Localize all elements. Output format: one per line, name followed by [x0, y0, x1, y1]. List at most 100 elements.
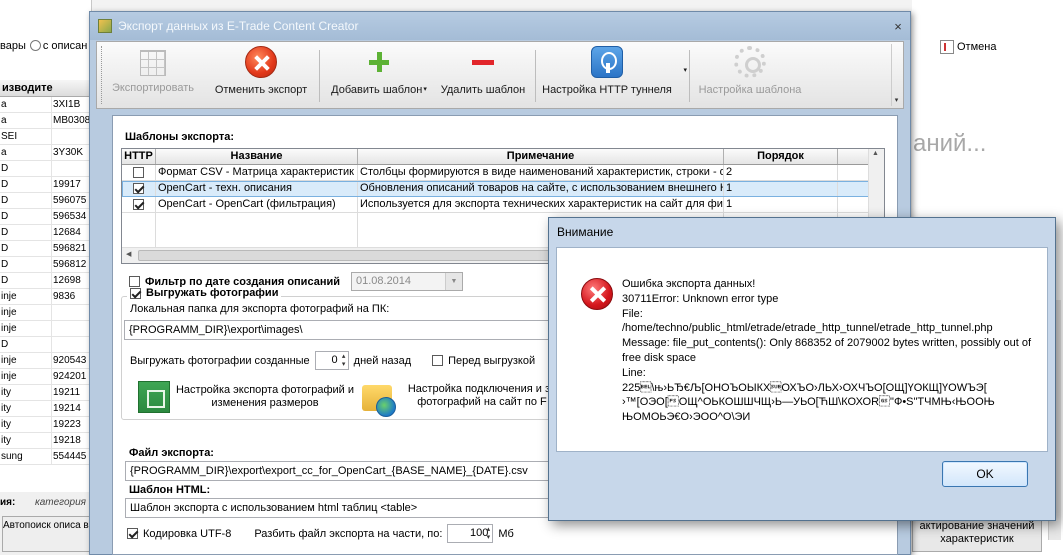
background-grid-cell: 12698 [53, 275, 81, 286]
template-note-cell: Обновления описаний товаров на сайте, с … [358, 181, 724, 196]
table-row[interactable]: Формат CSV - Матрица характеристик Столбц… [122, 165, 884, 181]
toolbar-separator [535, 50, 536, 102]
delete-template-button[interactable]: Удалить шаблон [437, 46, 529, 106]
background-autosearch-button[interactable]: Автопоиск описа выбранного т [2, 516, 90, 552]
template-name-cell: OpenCart - техн. описания [156, 181, 358, 196]
background-grid-row[interactable]: ity 19218 [0, 433, 91, 449]
cancel-export-button[interactable]: Отменить экспорт [209, 46, 313, 106]
ok-button[interactable]: OK [942, 461, 1028, 487]
error-icon [581, 278, 613, 310]
background-cancel-label: Отмена [957, 41, 997, 53]
photo-ftp-settings[interactable]: Настройка подключения и за фотографий на… [362, 381, 567, 417]
date-filter-label: Фильтр по дате создания описаний [145, 275, 340, 288]
date-filter-picker[interactable]: 01.08.2014 [350, 272, 463, 291]
background-product-panel: вары с описан изводите а 3XI1B а MB0308 SEI а 3… [0, 0, 92, 555]
background-grid-row[interactable]: inje 920543 [0, 353, 91, 369]
photo-age-row: Выгружать фотографии созданные 0 дней на… [130, 351, 535, 370]
background-grid-row[interactable]: D 19917 [0, 177, 91, 193]
background-grid-row[interactable]: D 596812 [0, 257, 91, 273]
http-checkbox[interactable] [133, 199, 144, 210]
background-grid-row[interactable]: sung 554445 [0, 449, 91, 465]
column-header-note[interactable]: Примечание [358, 149, 724, 164]
background-grid-cell: 596534 [53, 211, 87, 222]
export-file-label: Файл экспорта: [129, 447, 214, 459]
export-window-title: Экспорт данных из E-Trade Content Creato… [118, 19, 359, 33]
utf8-checkbox[interactable] [127, 528, 138, 539]
export-photos-checkbox[interactable] [130, 287, 141, 299]
background-radio[interactable] [29, 40, 41, 51]
background-grid-row[interactable]: inje [0, 321, 91, 337]
background-grid-cell: 3Y30K [53, 147, 84, 158]
photo-ftp-label: Настройка подключения и за фотографий на… [407, 383, 557, 408]
background-grid-cell: 9836 [53, 291, 76, 302]
add-template-button[interactable]: Добавить шаблон▾ [325, 46, 433, 106]
template-name-cell: Формат CSV - Матрица характеристик [156, 165, 358, 180]
background-grid-row[interactable]: ity 19223 [0, 417, 91, 433]
http-checkbox[interactable] [133, 167, 144, 178]
background-grid-row[interactable]: inje 924201 [0, 369, 91, 385]
photo-days-stepper[interactable]: 0 [314, 351, 349, 370]
template-settings-label: Настройка шаблона [698, 84, 802, 96]
background-grid-cell: inje [0, 305, 52, 320]
error-dialog-title[interactable]: Внимание [549, 218, 1055, 246]
toolbar-overflow-button[interactable]: ▾ [891, 44, 901, 106]
templates-table-header: HTTP Название Примечание Порядок [122, 149, 884, 165]
background-grid-cell: а [0, 97, 52, 112]
background-grid-row[interactable]: а 3XI1B [0, 97, 91, 113]
close-button[interactable]: × [886, 19, 910, 34]
background-filter-text: вары [0, 40, 26, 52]
date-filter-checkbox[interactable] [129, 276, 140, 287]
delete-template-label: Удалить шаблон [440, 84, 526, 96]
background-grid-row[interactable]: а 3Y30K [0, 145, 91, 161]
template-order-cell: 2 [724, 165, 838, 180]
background-grid-row[interactable]: inje [0, 305, 91, 321]
background-grid-row[interactable]: D 596075 [0, 193, 91, 209]
background-grid-cell: 920543 [53, 355, 87, 366]
export-button[interactable]: Экспортировать [101, 46, 199, 106]
background-grid-cell: ity [0, 417, 52, 432]
templates-title: Шаблоны экспорта: [125, 131, 235, 143]
background-grid-cell: а [0, 145, 52, 160]
background-grid-row[interactable]: D 12698 [0, 273, 91, 289]
photo-days-suffix: дней назад [353, 354, 412, 367]
template-settings-button[interactable]: Настройка шаблона [695, 46, 805, 106]
background-edit-values-button[interactable]: актирование значений характеристик [912, 516, 1042, 552]
export-photos-label: Выгружать фотографии [146, 287, 279, 299]
export-window-titlebar[interactable]: Экспорт данных из E-Trade Content Creato… [90, 12, 910, 40]
table-row[interactable]: OpenCart - техн. описания Обновления опис… [122, 181, 884, 197]
background-filter-row: вары с описан [0, 40, 87, 52]
http-checkbox[interactable] [133, 183, 144, 194]
photo-resize-settings[interactable]: Настройка экспорта фотографий и изменени… [138, 381, 355, 413]
cancel-circle-icon [245, 46, 277, 78]
background-bottom-panel: ия: категория Автопоиск описа выбранного… [0, 492, 91, 555]
toolbar-grip [101, 46, 104, 104]
background-cancel-button[interactable]: Отмена [940, 40, 996, 54]
column-header-http[interactable]: HTTP [122, 149, 156, 164]
background-grid-cell: 554445 [53, 451, 87, 462]
background-grid-row[interactable]: ity 19214 [0, 401, 91, 417]
background-grid-row[interactable]: D [0, 161, 91, 177]
background-grid-row[interactable]: D [0, 337, 91, 353]
toolbar-separator [319, 50, 320, 102]
error-dialog: Внимание Ошибка экспорта данных! 30711Er… [548, 217, 1056, 521]
background-grid-row[interactable]: D 12684 [0, 225, 91, 241]
background-grid-row[interactable]: D 596534 [0, 209, 91, 225]
background-grid-cell: 19917 [53, 179, 81, 190]
template-note-cell: Столбцы формируются в виде наименований … [358, 165, 724, 180]
background-grid-row[interactable]: ity 19211 [0, 385, 91, 401]
encoding-row: Кодировка UTF-8 Разбить файл экспорта на… [127, 524, 514, 543]
column-header-order[interactable]: Порядок [724, 149, 838, 164]
background-grid-row[interactable]: а MB0308 [0, 113, 91, 129]
split-size-input[interactable]: 100 [447, 524, 494, 543]
column-header-name[interactable]: Название [156, 149, 358, 164]
background-grid-row[interactable]: D 596821 [0, 241, 91, 257]
table-row[interactable]: OpenCart - OpenCart (фильтрация) Использу… [122, 197, 884, 213]
photo-folder-label: Локальная папка для экспорта фотографий … [130, 303, 390, 315]
http-tunnel-button[interactable]: Настройка HTTP туннеля ▾ [539, 46, 687, 106]
background-grid-cell [52, 161, 91, 176]
app-icon [98, 19, 112, 33]
before-upload-checkbox[interactable] [432, 355, 444, 366]
photo-resize-label: Настройка экспорта фотографий и изменени… [175, 384, 355, 409]
background-grid-row[interactable]: inje 9836 [0, 289, 91, 305]
background-grid-row[interactable]: SEI [0, 129, 91, 145]
